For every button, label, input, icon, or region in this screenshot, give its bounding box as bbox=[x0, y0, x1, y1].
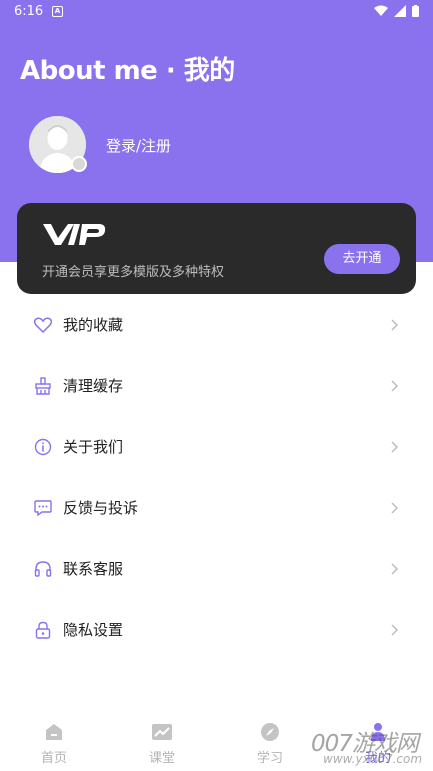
tab-label: 学习 bbox=[256, 751, 283, 766]
watermark-url: www.yx007.com bbox=[323, 752, 423, 766]
tab-classroom[interactable]: 课堂 bbox=[122, 721, 202, 766]
page-title: About me · 我的 bbox=[20, 56, 235, 86]
menu-item-label: 隐私设置 bbox=[63, 621, 124, 639]
notification-icon: A bbox=[52, 6, 63, 17]
settings-menu: 我的收藏 清理缓存 关于我们 反馈与投诉 联系客服 隐私设置 bbox=[0, 294, 433, 660]
menu-item-label: 反馈与投诉 bbox=[63, 499, 139, 517]
menu-item-label: 我的收藏 bbox=[63, 316, 124, 334]
menu-item-customer-service[interactable]: 联系客服 bbox=[0, 538, 433, 599]
heart-icon bbox=[33, 315, 53, 335]
chevron-right-icon bbox=[390, 623, 400, 637]
broom-icon bbox=[33, 376, 53, 396]
login-register-link[interactable]: 登录/注册 bbox=[106, 135, 171, 156]
vip-description: 开通会员享更多模版及多种特权 bbox=[42, 265, 225, 280]
avatar-edit-badge bbox=[71, 156, 87, 172]
info-icon bbox=[33, 437, 53, 457]
compass-icon bbox=[230, 721, 310, 743]
system-icons bbox=[374, 5, 419, 17]
status-bar: 6:16 A bbox=[0, 0, 433, 24]
battery-icon bbox=[412, 5, 419, 17]
tab-home[interactable]: 首页 bbox=[14, 721, 94, 766]
signal-icon bbox=[394, 5, 406, 17]
chart-icon bbox=[122, 721, 202, 743]
lock-icon bbox=[33, 620, 53, 640]
headset-icon bbox=[33, 559, 53, 579]
menu-item-about[interactable]: 关于我们 bbox=[0, 416, 433, 477]
menu-item-label: 关于我们 bbox=[63, 438, 124, 456]
menu-item-privacy[interactable]: 隐私设置 bbox=[0, 599, 433, 660]
menu-item-favorites[interactable]: 我的收藏 bbox=[0, 294, 433, 355]
chevron-right-icon bbox=[390, 379, 400, 393]
tab-label: 首页 bbox=[40, 751, 67, 766]
tab-study[interactable]: 学习 bbox=[230, 721, 310, 766]
home-icon bbox=[14, 721, 94, 743]
chevron-right-icon bbox=[390, 318, 400, 332]
menu-item-label: 联系客服 bbox=[63, 560, 124, 578]
chevron-right-icon bbox=[390, 501, 400, 515]
menu-item-feedback[interactable]: 反馈与投诉 bbox=[0, 477, 433, 538]
chevron-right-icon bbox=[390, 562, 400, 576]
vip-open-button[interactable]: 去开通 bbox=[324, 244, 400, 274]
menu-item-label: 清理缓存 bbox=[63, 377, 124, 395]
vip-card[interactable]: 开通会员享更多模版及多种特权 去开通 bbox=[17, 203, 416, 294]
vip-logo-icon bbox=[43, 224, 106, 245]
status-time: 6:16 bbox=[14, 4, 44, 19]
tab-label: 课堂 bbox=[148, 751, 175, 766]
wifi-icon bbox=[374, 5, 388, 16]
chevron-right-icon bbox=[390, 440, 400, 454]
menu-item-clear-cache[interactable]: 清理缓存 bbox=[0, 355, 433, 416]
message-icon bbox=[33, 498, 53, 518]
